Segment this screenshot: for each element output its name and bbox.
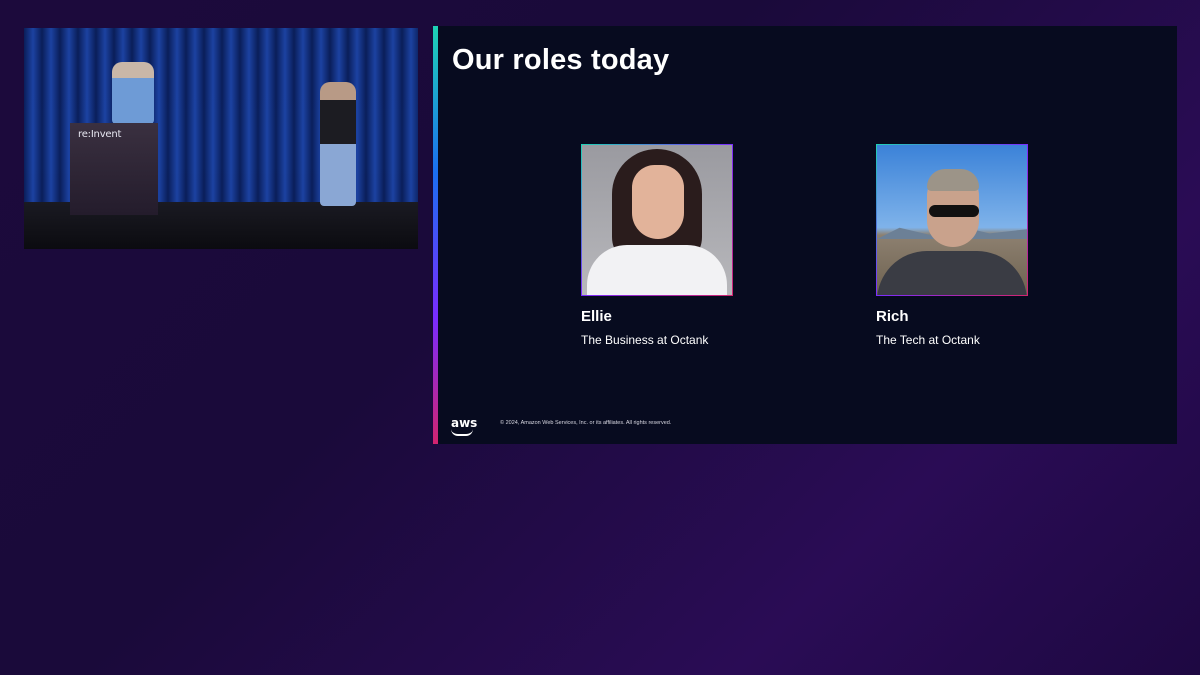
reinvent-logo: re:Invent [78,129,122,140]
slide-title: Our roles today [452,44,670,76]
presenter-photo-ellie [581,144,733,296]
presenter-card-ellie: Ellie The Business at Octank [581,144,733,347]
aws-logo-icon: aws [451,416,478,430]
aws-smile-icon [451,429,473,436]
presenter-name: Rich [876,308,909,325]
podium: re:Invent [70,123,158,215]
presenter-name: Ellie [581,308,612,325]
presenter-figure-right [320,82,356,206]
presenter-figure-left [112,62,154,124]
presentation-slide: Our roles today Ellie The Business at Oc… [433,26,1177,444]
stage-video-feed: re:Invent [24,28,418,249]
copyright-notice: © 2024, Amazon Web Services, Inc. or its… [500,420,672,426]
presenter-photo-rich [876,144,1028,296]
slide-accent-bar [433,26,438,444]
presenter-card-rich: Rich The Tech at Octank [876,144,1028,347]
presenter-role: The Tech at Octank [876,333,980,347]
presenter-role: The Business at Octank [581,333,709,347]
